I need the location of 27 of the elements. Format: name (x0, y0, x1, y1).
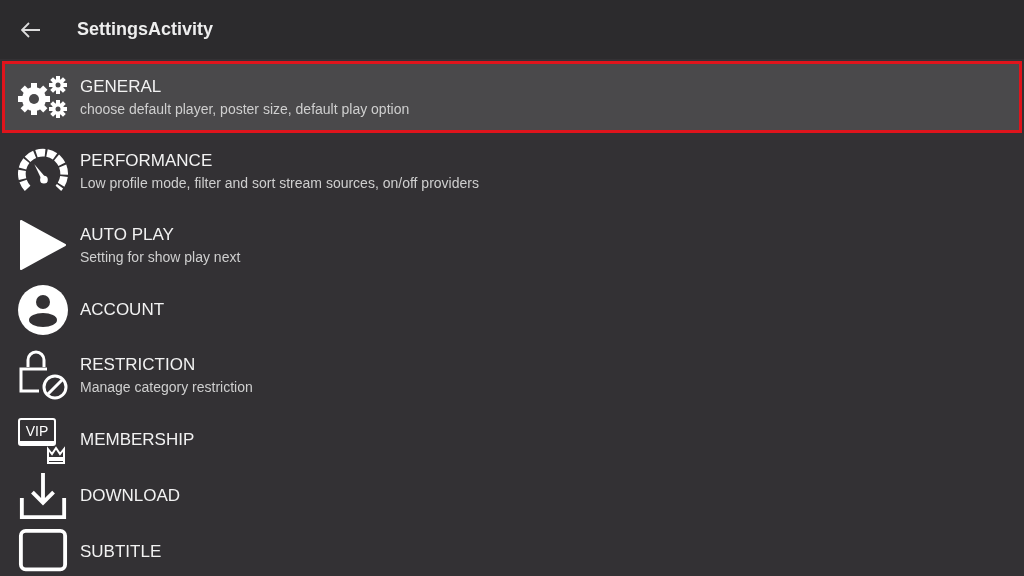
gears-icon (17, 74, 69, 120)
settings-item[interactable]: GENERAL choose default player, poster size, default play option (2, 61, 1022, 133)
item-title: MEMBERSHIP (80, 430, 195, 450)
item-title: DOWNLOAD (80, 486, 181, 506)
settings-item[interactable]: RESTRICTION Manage category restriction (2, 339, 1022, 411)
item-title: GENERAL (80, 77, 163, 97)
settings-item[interactable]: DOWNLOAD (2, 469, 1022, 523)
back-arrow-icon[interactable] (21, 21, 41, 38)
item-description: Low profile mode, filter and sort stream sources, on/off providers (80, 175, 479, 191)
settings-item[interactable]: ACCOUNT (2, 283, 1022, 337)
account-icon (17, 284, 69, 336)
item-description: Manage category restriction (80, 379, 253, 395)
settings-item[interactable]: PERFORMANCE Low profile mode, filter and sort stream sources, on/off providers (2, 135, 1022, 207)
screen-title: SettingsActivity (77, 19, 214, 40)
lock-blocked-icon (17, 349, 69, 401)
item-title: ACCOUNT (80, 300, 165, 320)
item-description: choose default player, poster size, default play option (80, 101, 410, 117)
item-title: RESTRICTION (80, 355, 197, 375)
settings-item[interactable]: VIP MEMBERSHIP (2, 413, 1022, 467)
settings-item[interactable]: SUBTITLE (2, 525, 1022, 576)
settings-item[interactable]: AUTO PLAY Setting for show play next (2, 209, 1022, 281)
item-title: PERFORMANCE (80, 151, 214, 171)
item-description: Setting for show play next (80, 249, 241, 265)
play-icon (19, 219, 67, 271)
download-icon (18, 471, 68, 521)
item-title: SUBTITLE (80, 542, 162, 562)
item-title: AUTO PLAY (80, 225, 175, 245)
